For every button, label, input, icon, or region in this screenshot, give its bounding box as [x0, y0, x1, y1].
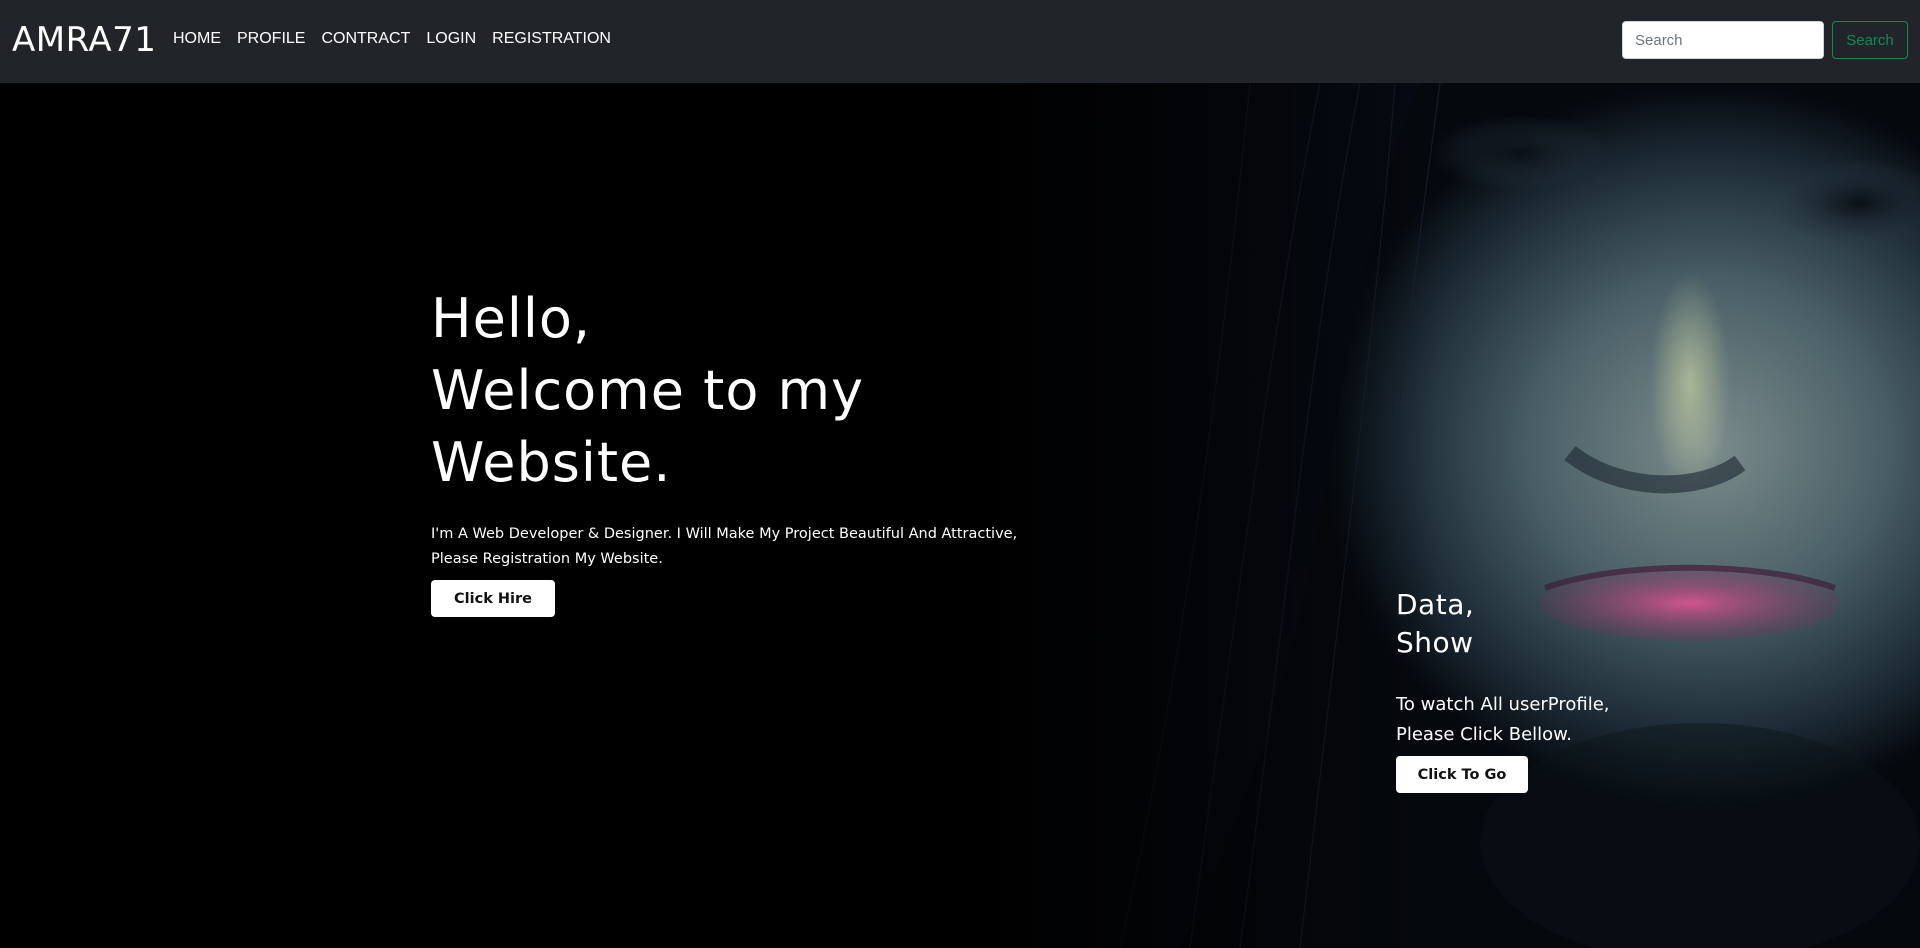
nav-links: HOME PROFILE CONTRACT LOGIN REGISTRATION [173, 28, 627, 50]
hero-description: I'm A Web Developer & Designer. I Will M… [431, 522, 1051, 572]
nav-link-login[interactable]: LOGIN [426, 28, 476, 50]
nav-link-home[interactable]: HOME [173, 28, 221, 50]
data-show-heading: Data, Show [1396, 586, 1474, 662]
data-show-description-line: To watch All userProfile, [1396, 694, 1610, 715]
data-show-description: To watch All userProfile, Please Click B… [1396, 690, 1656, 750]
click-hire-button[interactable]: Click Hire [431, 580, 555, 617]
hero-description-line: Please Registration My Website. [431, 550, 663, 567]
brand-logo[interactable]: AMRA71 [12, 18, 156, 62]
nav-link-contract[interactable]: CONTRACT [321, 28, 410, 50]
data-show-description-line: Please Click Bellow. [1396, 724, 1572, 745]
hero-heading-line: Hello, [431, 287, 592, 350]
hero-heading-line: Website. [431, 431, 672, 494]
search-button[interactable]: Search [1832, 21, 1908, 59]
hero-heading-line: Welcome to my [431, 359, 865, 422]
search-input[interactable] [1622, 21, 1824, 59]
click-to-go-button[interactable]: Click To Go [1396, 756, 1528, 793]
hero-section: Hello, Welcome to my Website. I'm A Web … [0, 83, 1920, 948]
navbar: AMRA71 HOME PROFILE CONTRACT LOGIN REGIS… [0, 0, 1920, 83]
nav-link-profile[interactable]: PROFILE [237, 28, 305, 50]
hero-heading: Hello, Welcome to my Website. [431, 283, 864, 499]
data-show-heading-line: Data, [1396, 588, 1475, 621]
hero-background-image [0, 83, 1920, 948]
nav-link-registration[interactable]: REGISTRATION [492, 28, 611, 50]
data-show-heading-line: Show [1396, 626, 1474, 659]
hero-description-line: I'm A Web Developer & Designer. I Will M… [431, 525, 1018, 542]
